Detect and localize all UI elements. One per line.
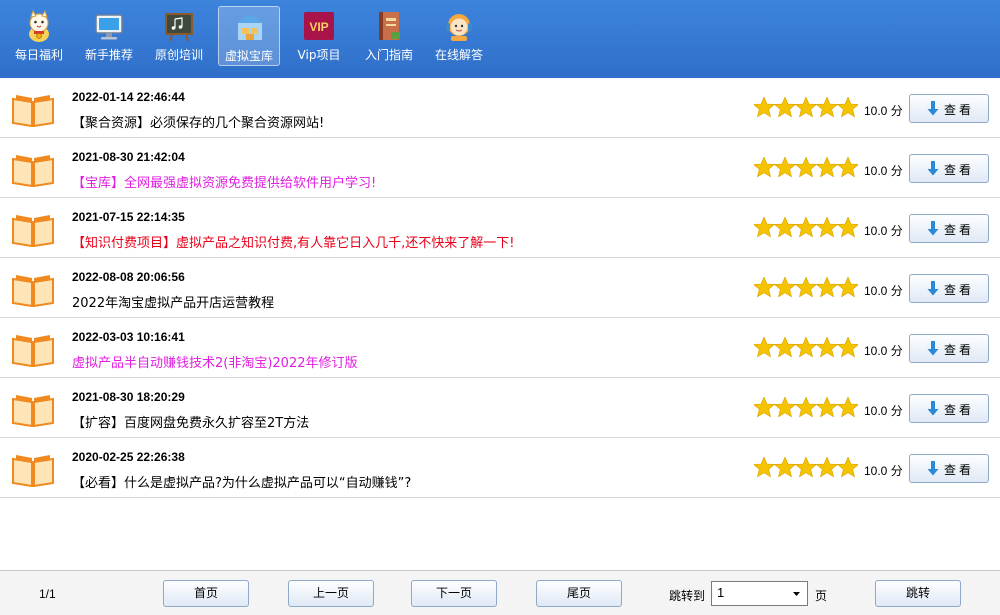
view-button[interactable]: 查看 (909, 334, 989, 363)
view-button[interactable]: 查看 (909, 154, 989, 183)
list-item[interactable]: 2022-01-14 22:46:44 【聚合资源】必须保存的几个聚合资源网站!… (0, 78, 1000, 138)
view-button[interactable]: 查看 (909, 394, 989, 423)
item-title[interactable]: 【聚合资源】必须保存的几个聚合资源网站! (72, 112, 324, 131)
open-book-icon (12, 455, 54, 487)
open-book-icon (12, 275, 54, 307)
nav-label: 入门指南 (364, 48, 413, 62)
view-button[interactable]: 查看 (909, 94, 989, 123)
item-title[interactable]: 【扩容】百度网盘免费永久扩容至2T方法 (72, 412, 309, 431)
list-item[interactable]: 2022-08-08 20:06:56 2022年淘宝虚拟产品开店运营教程 10… (0, 258, 1000, 318)
vip-badge-text: VIP (309, 20, 328, 34)
view-button-label: 查看 (944, 463, 975, 477)
next-page-button[interactable]: 下一页 (411, 580, 497, 607)
nav-label: 每日福利 (14, 48, 63, 62)
nav-original-training[interactable]: 原创培训 (148, 6, 210, 66)
download-arrow-icon (927, 101, 939, 116)
item-title[interactable]: 【宝库】全网最强虚拟资源免费提供给软件用户学习! (72, 172, 376, 191)
view-button[interactable]: 查看 (909, 274, 989, 303)
prev-page-button[interactable]: 上一页 (288, 580, 374, 607)
view-button-label: 查看 (944, 103, 975, 117)
item-title[interactable]: 【知识付费项目】虚拟产品之知识付费,有人靠它日入几千,还不快来了解一下! (72, 232, 514, 251)
nav-label: 虚拟宝库 (224, 49, 273, 63)
resource-list: 2022-01-14 22:46:44 【聚合资源】必须保存的几个聚合资源网站!… (0, 78, 1000, 570)
item-date: 2022-03-03 10:16:41 (72, 330, 185, 344)
view-button[interactable]: 查看 (909, 454, 989, 483)
rating-stars-icon (754, 97, 858, 118)
nav-vip-project[interactable]: VIP Vip项目 (288, 6, 350, 66)
jump-label: 跳转到 (669, 589, 706, 603)
nav-label: Vip项目 (297, 48, 341, 62)
download-arrow-icon (927, 341, 939, 356)
page-select[interactable]: 1 (711, 581, 808, 606)
monitor-icon (95, 14, 123, 40)
warehouse-icon (236, 14, 264, 40)
rating-stars-icon (754, 457, 858, 478)
item-score: 10.0 分 (864, 284, 903, 298)
view-button-label: 查看 (944, 343, 975, 357)
view-button-label: 查看 (944, 223, 975, 237)
last-page-button[interactable]: 尾页 (536, 580, 622, 607)
nav-beginner-recommend[interactable]: 新手推荐 (78, 6, 140, 66)
list-item[interactable]: 2020-02-25 22:26:38 【必看】什么是虚拟产品?为什么虚拟产品可… (0, 438, 1000, 498)
item-date: 2021-08-30 18:20:29 (72, 390, 185, 404)
item-score: 10.0 分 (864, 164, 903, 178)
item-score: 10.0 分 (864, 344, 903, 358)
item-score: 10.0 分 (864, 224, 903, 238)
nav-virtual-treasury[interactable]: 虚拟宝库 (218, 6, 280, 66)
open-book-icon (12, 155, 54, 187)
open-book-icon (12, 335, 54, 367)
top-toolbar: 每日福利 新手推荐 原创培训 虚拟宝库 VIP Vip项目 入门指南 在线解答 (0, 0, 1000, 78)
nav-label: 原创培训 (154, 48, 203, 62)
download-arrow-icon (927, 281, 939, 296)
jump-button[interactable]: 跳转 (875, 580, 961, 607)
item-score: 10.0 分 (864, 104, 903, 118)
view-button-label: 查看 (944, 283, 975, 297)
download-arrow-icon (927, 461, 939, 476)
item-title[interactable]: 【必看】什么是虚拟产品?为什么虚拟产品可以“自动赚钱”? (72, 472, 411, 491)
item-score: 10.0 分 (864, 464, 903, 478)
page-info: 1/1 (39, 587, 56, 601)
vip-badge-icon: VIP (304, 12, 334, 40)
item-title[interactable]: 2022年淘宝虚拟产品开店运营教程 (72, 292, 274, 311)
first-page-button[interactable]: 首页 (163, 580, 249, 607)
nav-label: 在线解答 (434, 48, 483, 62)
rating-stars-icon (754, 217, 858, 238)
chevron-down-icon[interactable] (788, 584, 805, 603)
open-book-icon (12, 395, 54, 427)
list-item[interactable]: 2021-08-30 18:20:29 【扩容】百度网盘免费永久扩容至2T方法 … (0, 378, 1000, 438)
view-button-label: 查看 (944, 163, 975, 177)
customer-service-icon (446, 14, 472, 41)
rating-stars-icon (754, 397, 858, 418)
chalkboard-icon (165, 13, 193, 42)
open-book-icon (12, 215, 54, 247)
item-date: 2020-02-25 22:26:38 (72, 450, 185, 464)
guide-book-icon (379, 12, 400, 40)
rating-stars-icon (754, 337, 858, 358)
pagination-bar: 1/1 首页 上一页 下一页 尾页 跳转到 1 页 跳转 (0, 570, 1000, 615)
item-date: 2022-01-14 22:46:44 (72, 90, 185, 104)
nav-label: 新手推荐 (84, 48, 133, 62)
rating-stars-icon (754, 277, 858, 298)
rating-stars-icon (754, 157, 858, 178)
nav-daily-welfare[interactable]: 每日福利 (8, 6, 70, 66)
view-button[interactable]: 查看 (909, 214, 989, 243)
item-date: 2021-07-15 22:14:35 (72, 210, 185, 224)
nav-online-answers[interactable]: 在线解答 (428, 6, 490, 66)
list-item[interactable]: 2021-08-30 21:42:04 【宝库】全网最强虚拟资源免费提供给软件用… (0, 138, 1000, 198)
open-book-icon (12, 95, 54, 127)
list-item[interactable]: 2022-03-03 10:16:41 虚拟产品半自动赚钱技术2(非淘宝)202… (0, 318, 1000, 378)
item-title[interactable]: 虚拟产品半自动赚钱技术2(非淘宝)2022年修订版 (72, 352, 358, 371)
page-unit-label: 页 (815, 589, 828, 603)
page-select-value: 1 (717, 585, 725, 600)
item-score: 10.0 分 (864, 404, 903, 418)
nav-beginner-guide[interactable]: 入门指南 (358, 6, 420, 66)
lucky-cat-icon (29, 10, 49, 42)
download-arrow-icon (927, 401, 939, 416)
download-arrow-icon (927, 221, 939, 236)
download-arrow-icon (927, 161, 939, 176)
item-date: 2022-08-08 20:06:56 (72, 270, 185, 284)
view-button-label: 查看 (944, 403, 975, 417)
list-item[interactable]: 2021-07-15 22:14:35 【知识付费项目】虚拟产品之知识付费,有人… (0, 198, 1000, 258)
item-date: 2021-08-30 21:42:04 (72, 150, 185, 164)
